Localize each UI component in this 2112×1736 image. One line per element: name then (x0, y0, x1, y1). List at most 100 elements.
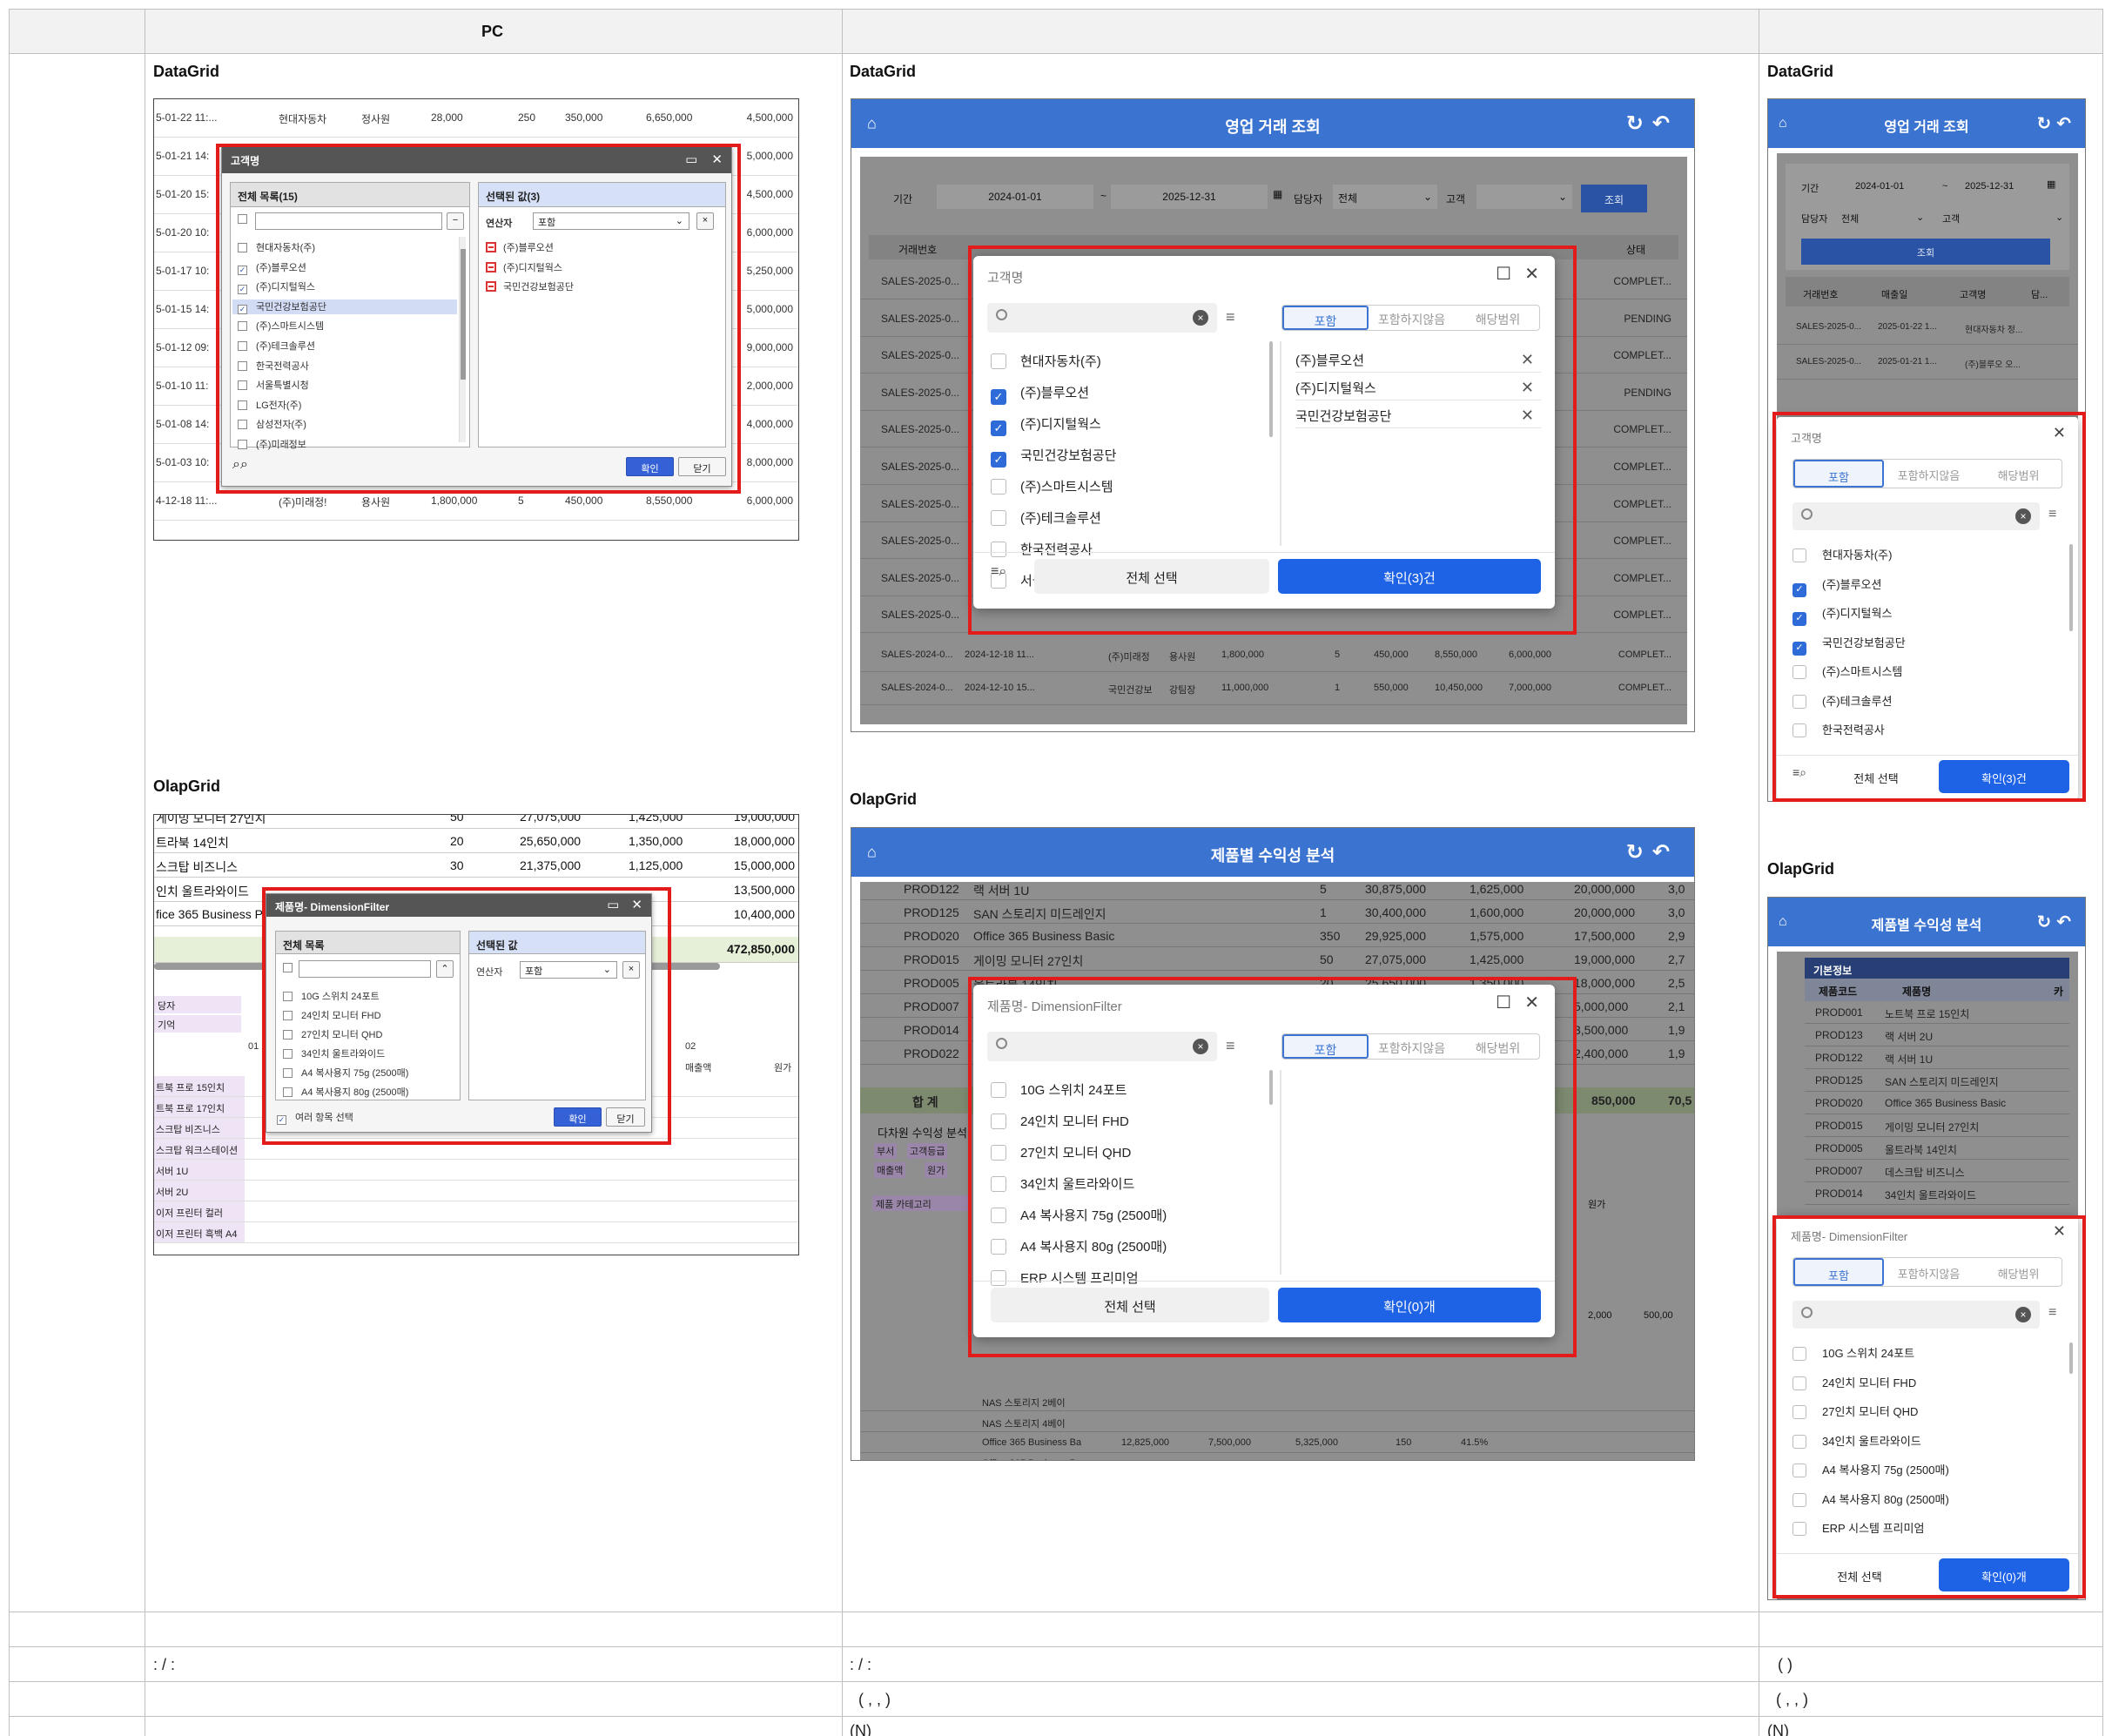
value-cell: 1,800,000 (1221, 649, 1264, 660)
date-cell: 5-01-22 11:... (156, 111, 218, 124)
period-label: 기간 (893, 193, 913, 205)
value-cell: 1,350,000 (629, 834, 683, 848)
date-to-input[interactable]: 2025-12-31 (1965, 181, 2014, 192)
date-to-input[interactable]: 2025-12-31 (1111, 185, 1268, 209)
refresh-icon[interactable]: ↻ (2036, 115, 2056, 134)
back-icon[interactable]: ↶ (2056, 115, 2076, 134)
product-code: PROD020 (904, 929, 959, 943)
calendar-icon[interactable]: ▦ (1273, 188, 1282, 200)
customer-select[interactable]: ⌄ (1476, 185, 1572, 209)
table-row: Office 365 Business Ba 12,825,000 7,500,00… (860, 1432, 1694, 1453)
total-label: 합 계 (912, 1095, 938, 1109)
customer-cell: 현대자동차 (279, 113, 327, 125)
value-cell: 2,7 (1668, 952, 1685, 966)
row-header: Office 365 Business Ba (982, 1437, 1082, 1448)
col-header: 카 (2054, 986, 2064, 998)
date-from-input[interactable]: 2024-01-01 (937, 185, 1093, 209)
product-code: PROD007 (904, 999, 959, 1013)
product-name: SAN 스토리지 미드레인지 (1885, 1076, 1999, 1088)
refresh-icon[interactable]: ↻ (1626, 841, 1652, 865)
col-header: 거래번호 (1803, 290, 1839, 300)
table-row: 이저 프린터 흑백 A4 (154, 1222, 798, 1243)
date-cell: 2024-12-18 11... (965, 649, 1034, 660)
pivot-chip[interactable]: 부서 (874, 1143, 898, 1159)
product-name: Office 365 Business Basic (1885, 1097, 2007, 1109)
date-cell: 2024-12-10 15... (965, 683, 1035, 693)
table-row: NAS 스토리지 4베이 (860, 1411, 1694, 1432)
search-button[interactable]: 조회 (1801, 239, 2050, 265)
table-row: PROD014 34인치 울트라와이드 (1805, 1182, 2069, 1205)
highlight-box (968, 246, 1577, 635)
id-cell: SALES-2025-0... (881, 423, 960, 436)
value-cell: 10,450,000 (1435, 683, 1483, 693)
id-cell: SALES-2025-0... (881, 609, 960, 622)
product-name: 울트라북 14인치 (1885, 1144, 1957, 1156)
value-cell: 17,500,000 (1574, 929, 1636, 943)
pivot-chip[interactable]: 매출액 (874, 1162, 906, 1178)
product-code: PROD001 (1815, 1006, 1863, 1019)
pivot-chip[interactable]: 당자 (154, 996, 241, 1013)
search-button[interactable]: 조회 (1581, 185, 1647, 212)
rank-cell: 강팀장 (1169, 685, 1196, 696)
customer-cell: 현대자동차 정... (1965, 326, 2023, 335)
date-cell: 5-01-08 14: (156, 418, 210, 430)
owner-select[interactable]: 전체 ⌄ (1333, 185, 1437, 209)
row-header: 서버 2U (154, 1181, 245, 1201)
calendar-icon[interactable]: ▦ (2047, 178, 2055, 190)
multi-analysis-label: 다차원 수익성 분석 (878, 1127, 967, 1140)
customer-label: 고객 (1942, 214, 1961, 225)
refresh-icon[interactable]: ↻ (1626, 112, 1652, 136)
rank-cell: 정사원 (361, 113, 391, 125)
col-header: 거래번호 (898, 244, 938, 256)
table-row: PROD122 랙 서버 1U 5 30,875,000 1,625,000 20,000… (860, 877, 1694, 900)
product-code: PROD123 (1815, 1029, 1863, 1041)
table-row: PROD020 Office 365 Business Basic (1805, 1092, 2069, 1114)
product-name: 스크탑 비즈니스 (156, 860, 239, 874)
refresh-icon[interactable]: ↻ (2036, 913, 2056, 932)
product-code: PROD125 (904, 905, 959, 919)
product-name: 데스크탑 비즈니스 (1885, 1167, 1965, 1179)
value-cell: 18,000,000 (733, 834, 795, 848)
value-cell: 30,875,000 (1365, 882, 1427, 896)
product-code: PROD014 (1815, 1188, 1863, 1200)
home-icon[interactable]: ⌂ (867, 115, 877, 133)
group-header: 기본정보 (1805, 958, 2069, 979)
value-cell: 6,650,000 (646, 111, 693, 124)
pivot-chip[interactable]: 고객등급 (907, 1143, 948, 1159)
customer-select[interactable]: ⌄ (2055, 212, 2063, 223)
owner-label: 담당자 (1294, 193, 1323, 205)
date-from-input[interactable]: 2024-01-01 (1855, 181, 1904, 192)
home-icon[interactable]: ⌂ (1779, 914, 1787, 930)
cell-value: 500,00 (1644, 1310, 1673, 1321)
product-name: 게이밍 모니터 27인치 (973, 954, 1084, 968)
qty-cell: 50 (450, 814, 464, 824)
back-icon[interactable]: ↶ (2056, 913, 2076, 932)
date-cell: 2025-01-22 1... (1878, 322, 1937, 332)
owner-select[interactable]: 전체 (1841, 212, 1859, 225)
pivot-chip[interactable]: 제품 카테고리 (872, 1195, 972, 1211)
home-icon[interactable]: ⌂ (867, 844, 877, 862)
value-cell: 2,000,000 (746, 380, 793, 392)
value-cell: 7,500,000 (1208, 1437, 1251, 1448)
total-value: 850,000 (1591, 1093, 1636, 1107)
value-cell: 5,325,000 (1295, 1437, 1338, 1448)
pivot-chip[interactable]: 원가 (925, 1162, 948, 1178)
back-icon[interactable]: ↶ (1652, 112, 1678, 136)
home-icon[interactable]: ⌂ (1779, 116, 1787, 131)
value-cell: 2,400,000 (1574, 1046, 1629, 1060)
value-cell: 4,500,000 (746, 111, 793, 124)
value-cell: 7,000,000 (1509, 683, 1551, 693)
value-cell: 25,650,000 (520, 834, 582, 848)
footer-tablet-text-2: ( , , ) (858, 1691, 891, 1708)
pivot-chip[interactable]: 기억 (154, 1015, 241, 1033)
col-header: 담... (2031, 290, 2048, 300)
app-title: 제품별 수익성 분석 (1210, 847, 1335, 865)
back-icon[interactable]: ↶ (1652, 841, 1678, 865)
highlight-box (968, 977, 1577, 1357)
owner-label: 담당자 (1801, 214, 1828, 225)
row-header: 스크탑 워크스테이션 (154, 1139, 245, 1159)
value-cell: 18,000,000 (1574, 976, 1636, 990)
highlight-box (1772, 412, 2086, 802)
value-cell: 450,000 (1374, 649, 1409, 660)
value-cell: 8,000,000 (746, 456, 793, 468)
